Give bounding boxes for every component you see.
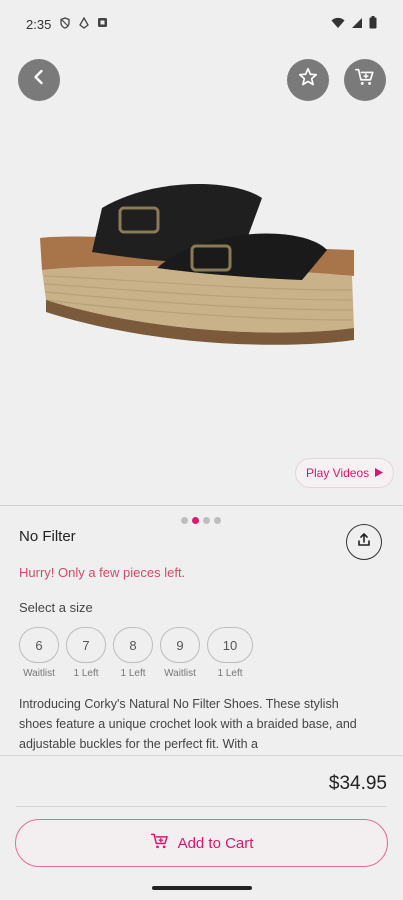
home-indicator[interactable] xyxy=(152,886,252,890)
size-option-9[interactable]: 9 xyxy=(160,627,200,663)
drive-icon xyxy=(79,16,90,32)
share-button[interactable] xyxy=(346,524,382,560)
product-description: Introducing Corky's Natural No Filter Sh… xyxy=(19,697,357,751)
divider xyxy=(0,755,403,756)
carousel-dot-active[interactable] xyxy=(192,517,199,524)
size-heading: Select a size xyxy=(19,600,93,615)
divider xyxy=(16,806,387,807)
status-bar: 2:35 xyxy=(0,0,403,48)
add-to-cart-label: Add to Cart xyxy=(177,834,254,852)
divider xyxy=(0,505,403,506)
signal-icon xyxy=(351,17,363,32)
size-stock-label: Waitlist xyxy=(23,668,55,679)
shield-icon xyxy=(59,16,71,32)
size-selector: 6 Waitlist 7 1 Left 8 1 Left 9 Waitlist … xyxy=(19,627,253,679)
battery-icon xyxy=(369,16,377,32)
stock-urgency-text: Hurry! Only a few pieces left. xyxy=(19,565,186,580)
size-option-7[interactable]: 7 xyxy=(66,627,106,663)
product-title: No Filter xyxy=(19,528,76,545)
carousel-dot[interactable] xyxy=(214,517,221,524)
cart-icon xyxy=(150,831,170,855)
share-icon xyxy=(356,532,372,553)
size-stock-label: 1 Left xyxy=(217,668,243,679)
size-stock-label: 1 Left xyxy=(120,668,146,679)
product-gallery[interactable] xyxy=(0,48,403,524)
product-price: $34.95 xyxy=(328,773,387,794)
add-to-cart-button[interactable]: Add to Cart xyxy=(15,819,388,867)
size-option-6[interactable]: 6 xyxy=(19,627,59,663)
play-icon xyxy=(375,466,384,480)
carousel-dots xyxy=(181,517,221,524)
play-videos-button[interactable]: Play Videos xyxy=(295,458,395,488)
size-option-8[interactable]: 8 xyxy=(113,627,153,663)
size-stock-label: Waitlist xyxy=(164,668,196,679)
play-videos-label: Play Videos xyxy=(306,466,370,480)
wifi-icon xyxy=(331,17,345,32)
size-option-10[interactable]: 10 xyxy=(207,627,253,663)
carousel-dot[interactable] xyxy=(203,517,210,524)
carousel-dot[interactable] xyxy=(181,517,188,524)
app-icon xyxy=(97,17,108,31)
status-time: 2:35 xyxy=(26,16,52,32)
product-image xyxy=(40,184,354,345)
size-stock-label: 1 Left xyxy=(73,668,99,679)
